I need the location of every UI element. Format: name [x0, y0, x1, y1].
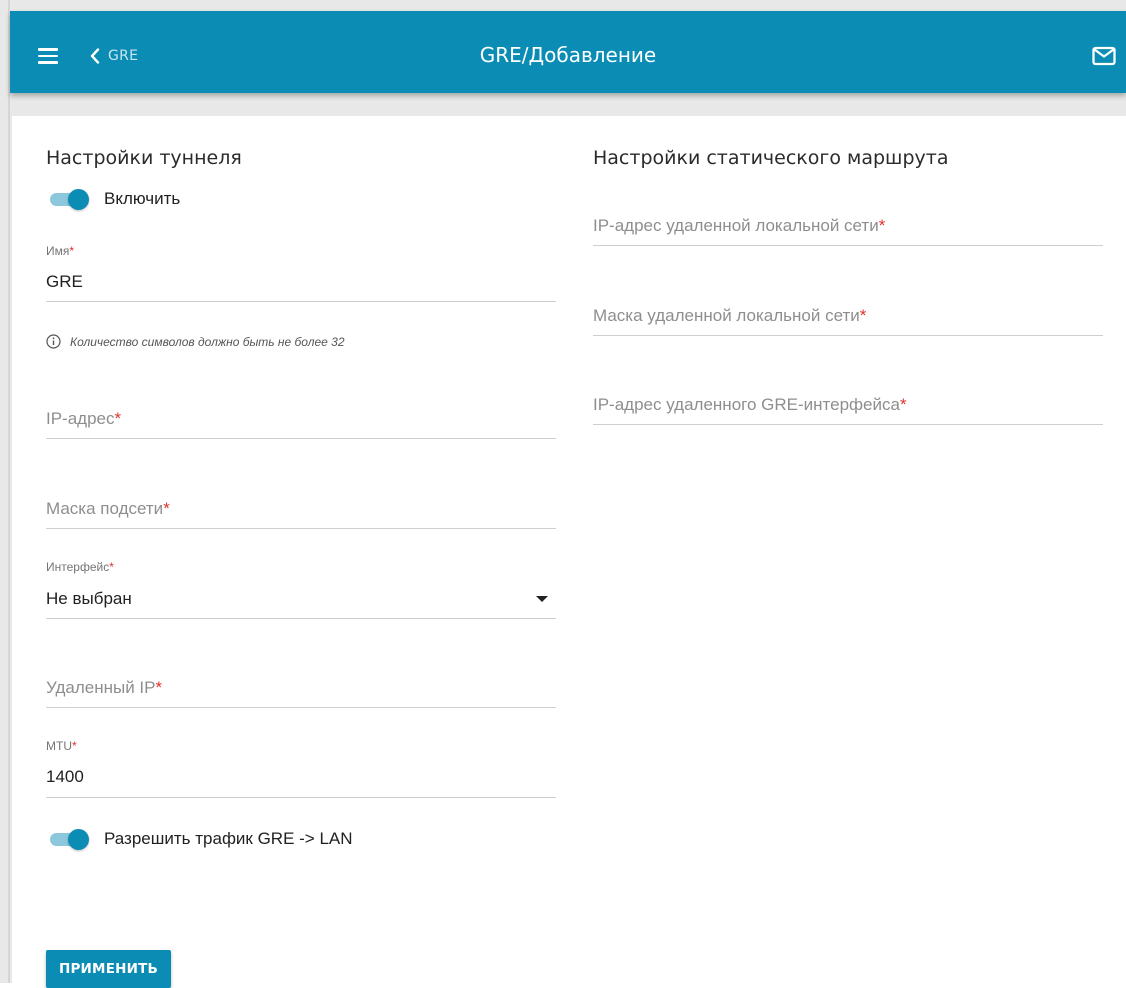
remote-lan-ip-placeholder: IP-адрес удаленной локальной сети*: [593, 216, 886, 235]
subnet-mask-field[interactable]: Маска подсети*: [46, 478, 556, 529]
allow-traffic-toggle[interactable]: Разрешить трафик GRE -> LAN: [50, 829, 353, 850]
enable-toggle[interactable]: Включить: [50, 189, 181, 210]
name-value: GRE: [46, 272, 83, 291]
remote-gre-ip-placeholder: IP-адрес удаленного GRE-интерфейса*: [593, 395, 907, 414]
name-field[interactable]: Имя* GRE: [46, 240, 556, 302]
enable-switch[interactable]: [50, 189, 90, 210]
remote-lan-mask-field[interactable]: Маска удаленной локальной сети*: [593, 285, 1103, 336]
interface-label: Интерфейс*: [46, 560, 114, 574]
name-label: Имя*: [46, 244, 75, 258]
remote-lan-ip-field[interactable]: IP-адрес удаленной локальной сети*: [593, 195, 1103, 246]
subnet-mask-placeholder: Маска подсети*: [46, 499, 170, 518]
static-route-title: Настройки статического маршрута: [593, 147, 949, 169]
app-frame: GRE GRE/Добавление Настройки туннеля Вкл…: [0, 0, 1126, 988]
tunnel-settings-title: Настройки туннеля: [46, 147, 242, 169]
interface-value: Не выбран: [46, 589, 132, 608]
allow-traffic-switch[interactable]: [50, 829, 90, 850]
page-title: GRE/Добавление: [479, 43, 657, 67]
mtu-label: MTU*: [46, 739, 77, 753]
info-circle-icon: [46, 334, 61, 349]
remote-gre-ip-field[interactable]: IP-адрес удаленного GRE-интерфейса*: [593, 374, 1103, 425]
chevron-down-icon: [536, 596, 548, 602]
apply-button[interactable]: ПРИМЕНИТЬ: [46, 950, 171, 988]
remote-ip-field[interactable]: Удаленный IP*: [46, 657, 556, 708]
enable-label: Включить: [104, 189, 181, 208]
remote-ip-placeholder: Удаленный IP*: [46, 678, 163, 697]
allow-traffic-label: Разрешить трафик GRE -> LAN: [104, 829, 353, 848]
interface-select[interactable]: Интерфейс* Не выбран: [46, 556, 556, 619]
ip-address-field[interactable]: IP-адрес*: [46, 388, 556, 439]
top-app-bar: GRE GRE/Добавление: [10, 11, 1126, 93]
ip-address-placeholder: IP-адрес*: [46, 409, 122, 428]
name-hint: Количество символов должно быть не более…: [46, 334, 345, 349]
remote-lan-mask-placeholder: Маска удаленной локальной сети*: [593, 306, 867, 325]
mtu-value: 1400: [46, 767, 84, 786]
mtu-field[interactable]: MTU* 1400: [46, 735, 556, 798]
name-hint-text: Количество символов должно быть не более…: [70, 334, 345, 349]
left-border: [8, 0, 10, 983]
envelope-icon[interactable]: [1092, 46, 1116, 71]
settings-card: Настройки туннеля Включить Имя* GRE Коли…: [12, 116, 1126, 988]
